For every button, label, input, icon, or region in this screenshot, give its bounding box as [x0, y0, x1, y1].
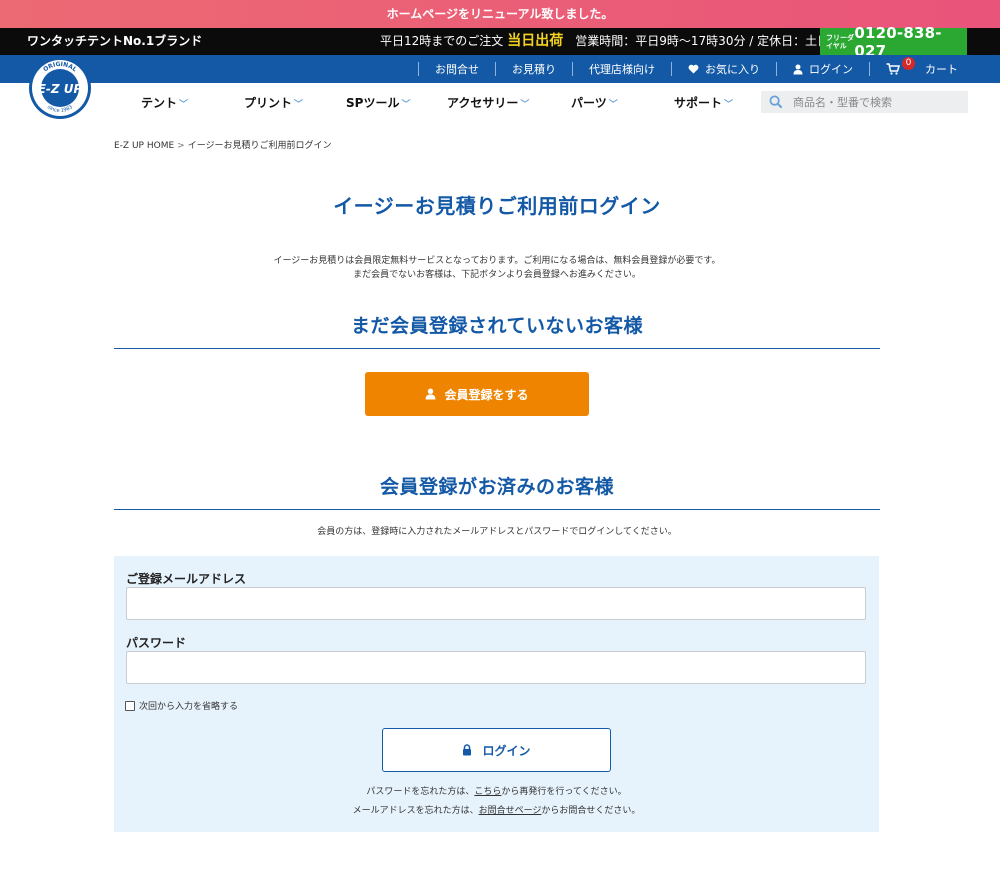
favorites-label: お気に入り	[705, 63, 760, 76]
nav-print-label: プリント	[244, 96, 293, 110]
login-section-title: 会員登録がお済みのお客様	[379, 476, 614, 498]
login-button[interactable]: ログイン	[382, 728, 611, 772]
nav-support-label: サポート	[674, 96, 723, 110]
heart-icon	[688, 64, 699, 74]
email-label: ご登録メールアドレス	[126, 572, 247, 586]
password-field[interactable]	[126, 651, 866, 684]
login-instructions: 会員の方は、登録時に入力されたメールアドレスとパスワードでログインしてください。	[317, 527, 677, 537]
announcement-bar: ホームページをリニューアル致しました。	[0, 0, 1000, 28]
dealers-label: 代理店様向け	[589, 63, 655, 76]
forgot-password-prefix: パスワードを忘れた方は、	[366, 787, 475, 797]
cart-count-badge: 0	[902, 56, 915, 70]
nav-tents-label: テント	[141, 96, 178, 110]
quote-link[interactable]: お見積り	[496, 61, 572, 77]
nav-accessories[interactable]: アクセサリー ﹀	[447, 83, 529, 123]
chevron-down-icon: ﹀	[294, 100, 304, 110]
breadcrumb-current: イージーお見積りご利用前ログイン	[187, 141, 332, 151]
nav-parts[interactable]: パーツ ﹀	[571, 83, 618, 123]
breadcrumb-home[interactable]: E-Z UP HOME	[114, 141, 174, 151]
free-dial-button[interactable]: フリーダイヤル 0120-838-027	[820, 24, 967, 60]
nav-accessories-label: アクセサリー	[447, 96, 519, 110]
search-input[interactable]	[793, 95, 963, 109]
chevron-down-icon: ﹀	[179, 100, 189, 110]
divider	[114, 348, 880, 349]
login-form: ご登録メールアドレス パスワード 次回から入力を省略する ログイン パスワードを…	[114, 556, 879, 832]
login-link[interactable]: ログイン	[777, 61, 869, 77]
forgot-password-suffix: から再発行を行ってください。	[501, 787, 627, 797]
nav-print[interactable]: プリント ﹀	[244, 83, 303, 123]
nav-support[interactable]: サポート ﹀	[674, 83, 733, 123]
forgot-email-text: メールアドレスを忘れた方は、お問合せページからお問合せください。	[114, 803, 879, 816]
page-title: イージーお見積りご利用前ログイン	[333, 194, 661, 218]
chevron-down-icon: ﹀	[724, 100, 734, 110]
register-section-title: まだ会員登録されていないお客様	[351, 315, 643, 337]
chevron-down-icon: ﹀	[608, 100, 618, 110]
same-day-shipping-badge: 当日出荷	[507, 33, 564, 49]
search-box	[761, 91, 968, 113]
login-button-label: ログイン	[482, 743, 531, 758]
nav-sp-tools-label: SPツール	[346, 96, 400, 110]
nav-tents[interactable]: テント ﹀	[141, 83, 188, 123]
cart-icon	[886, 63, 900, 75]
intro-line-2: まだ会員でないお客様は、下記ボタンより会員登録へお進みください。	[353, 270, 641, 280]
register-button[interactable]: 会員登録をする	[365, 372, 589, 416]
intro-text: イージーお見積りは会員限定無料サービスとなっております。ご利用になる場合は、無料…	[0, 254, 994, 282]
dealers-link[interactable]: 代理店様向け	[573, 61, 671, 77]
lock-icon	[463, 744, 472, 756]
business-hours: 営業時間：平日9時〜17時30分 / 定休日：土日祝	[575, 34, 842, 48]
register-button-label: 会員登録をする	[444, 387, 529, 402]
utility-nav-bar: お問合せ お見積り 代理店様向け お気に入り ログイン 0 カート	[0, 55, 1000, 83]
shipping-prefix: 平日12時までのご注文	[380, 34, 504, 48]
contact-label: お問合せ	[435, 63, 479, 76]
contact-link[interactable]: お問合せ	[419, 61, 495, 77]
search-icon[interactable]	[769, 95, 783, 109]
nav-sp-tools[interactable]: SPツール ﹀	[346, 83, 410, 123]
email-field[interactable]	[126, 587, 866, 620]
free-dial-label: フリーダイヤル	[826, 33, 854, 50]
login-label: ログイン	[809, 63, 853, 76]
announcement-text: ホームページをリニューアル致しました。	[386, 7, 614, 21]
user-icon	[793, 64, 803, 74]
top-info-bar: ワンタッチテントNo.1ブランド 平日12時までのご注文 当日出荷 営業時間：平日9…	[0, 24, 1000, 60]
brand-tagline: ワンタッチテントNo.1ブランド	[27, 34, 203, 48]
nav-parts-label: パーツ	[571, 96, 607, 110]
remember-checkbox[interactable]	[125, 700, 135, 711]
user-icon	[426, 388, 436, 400]
password-label: パスワード	[126, 636, 187, 650]
forgot-email-prefix: メールアドレスを忘れた方は、	[352, 806, 479, 816]
breadcrumb: E-Z UP HOME > イージーお見積りご利用前ログイン	[114, 138, 332, 151]
chevron-down-icon: ﹀	[520, 100, 530, 110]
shipping-info: 平日12時までのご注文 当日出荷 営業時間：平日9時〜17時30分 / 定休日：土日…	[380, 28, 841, 55]
chevron-down-icon: ﹀	[401, 100, 411, 110]
breadcrumb-separator: >	[177, 141, 185, 151]
divider	[114, 509, 880, 510]
forgot-password-link[interactable]: こちら	[474, 787, 501, 797]
intro-line-1: イージーお見積りは会員限定無料サービスとなっております。ご利用になる場合は、無料…	[273, 256, 721, 266]
cart-link[interactable]: 0 カート	[870, 56, 974, 77]
remember-me[interactable]: 次回から入力を省略する	[125, 699, 238, 712]
forgot-password-text: パスワードを忘れた方は、こちらから再発行を行ってください。	[114, 784, 879, 797]
favorites-link[interactable]: お気に入り	[672, 61, 776, 77]
forgot-email-suffix: からお問合せください。	[541, 806, 641, 816]
quote-label: お見積り	[512, 63, 556, 76]
contact-page-link[interactable]: お問合せページ	[479, 806, 542, 816]
remember-label: 次回から入力を省略する	[139, 702, 239, 712]
cart-label: カート	[925, 63, 958, 76]
